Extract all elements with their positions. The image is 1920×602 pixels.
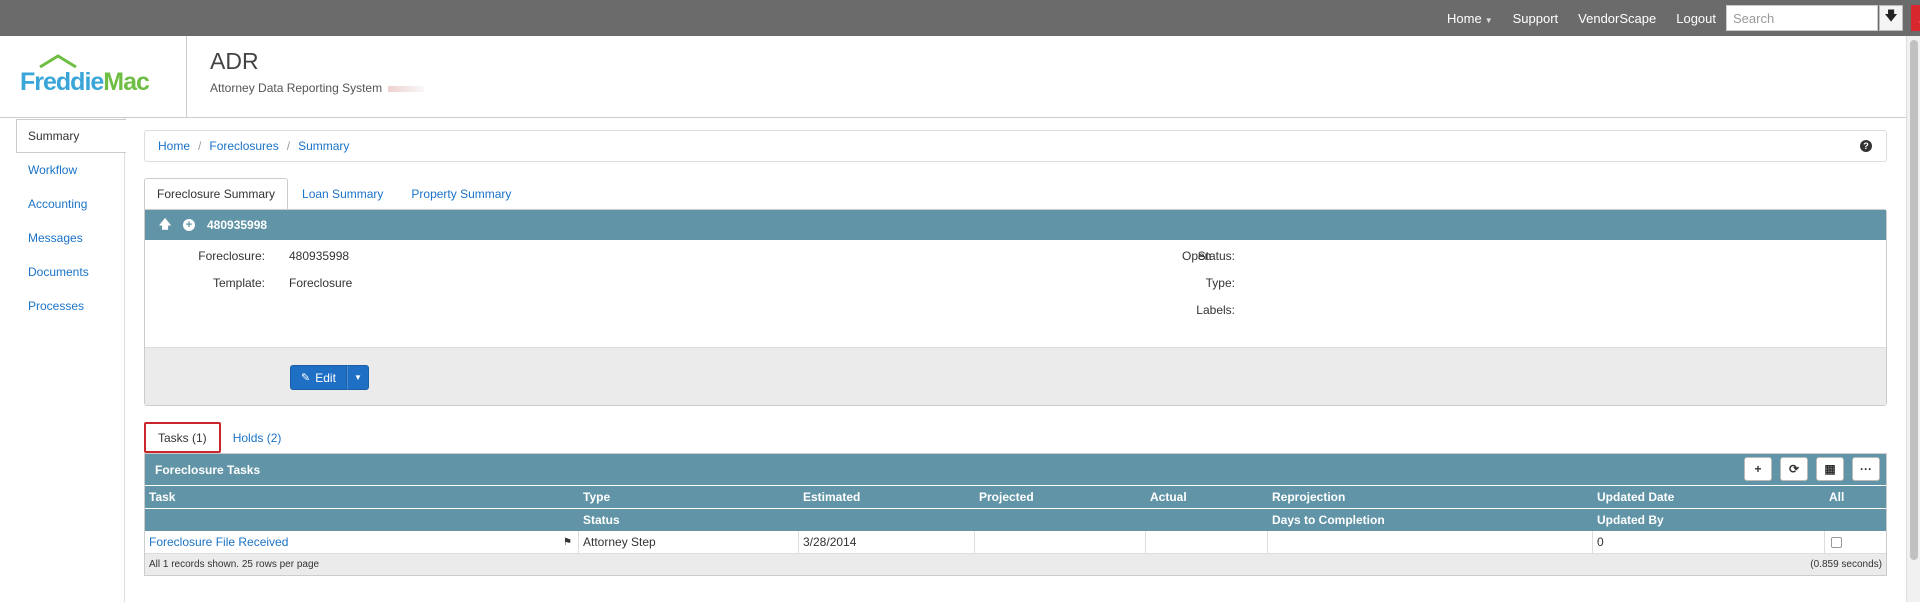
- col-task[interactable]: Task: [145, 486, 579, 508]
- breadcrumb-summary[interactable]: Summary: [298, 139, 349, 153]
- help-icon[interactable]: ?: [1860, 140, 1872, 152]
- grid-header-row-1: Task Type Estimated Projected Actual Rep…: [145, 485, 1886, 508]
- main-content: Home / Foreclosures / Summary ? Foreclos…: [144, 130, 1887, 576]
- arrow-up-icon[interactable]: 🡅: [159, 217, 171, 231]
- type-label: Type:: [1205, 276, 1235, 290]
- calendar-button[interactable]: ▦: [1816, 457, 1844, 481]
- tab-foreclosure-summary[interactable]: Foreclosure Summary: [144, 178, 289, 209]
- top-bar: Home▼ Support VendorScape Logout 🡇 2: [0, 0, 1920, 36]
- nav-home[interactable]: Home ▼: [1447, 11, 1493, 26]
- status-value: Open: [1182, 249, 1212, 263]
- breadcrumb-home[interactable]: Home: [158, 139, 190, 153]
- search-input[interactable]: [1726, 5, 1878, 31]
- scrollbar-thumb[interactable]: [1910, 40, 1918, 560]
- page-scrollbar[interactable]: [1906, 36, 1920, 602]
- col-projected[interactable]: Projected: [975, 486, 1146, 508]
- foreclosure-label: Foreclosure:: [198, 249, 265, 263]
- arrow-down-icon: 🡇: [1884, 8, 1898, 23]
- header-divider: [186, 36, 187, 118]
- task-updated: 0: [1593, 531, 1825, 553]
- plus-icon: +: [1754, 462, 1762, 476]
- more-button[interactable]: ···: [1852, 457, 1880, 481]
- col-all[interactable]: All: [1825, 486, 1886, 508]
- grid-footer: All 1 records shown. 25 rows per page (0…: [145, 554, 1886, 575]
- tasks-header: Foreclosure Tasks + ⟳ ▦ ···: [145, 454, 1886, 485]
- app-title: ADR: [210, 48, 259, 74]
- sidebar-item-summary[interactable]: Summary: [16, 119, 126, 153]
- panel-footer: ✎ Edit ▼: [145, 347, 1886, 405]
- plus-circle-icon[interactable]: +: [183, 219, 195, 231]
- app-header: FreddieMac ADR Attorney Data Reporting S…: [0, 36, 1906, 118]
- foreclosure-summary-panel: 🡅 + 480935998 Foreclosure: 480935998 Tem…: [144, 209, 1887, 406]
- tasks-title: Foreclosure Tasks: [155, 462, 261, 477]
- col-estimated[interactable]: Estimated: [799, 486, 975, 508]
- labels-label: Labels:: [1196, 303, 1235, 317]
- app-subtitle: Attorney Data Reporting System: [210, 81, 425, 95]
- download-button[interactable]: 🡇: [1879, 5, 1903, 31]
- edit-button[interactable]: ✎ Edit: [290, 365, 347, 390]
- task-actual: [1146, 531, 1268, 553]
- col-days-to-completion[interactable]: Days to Completion: [1268, 509, 1593, 531]
- task-estimated: 3/28/2014: [799, 531, 975, 553]
- col-status[interactable]: Status: [579, 509, 799, 531]
- breadcrumb: Home / Foreclosures / Summary ?: [144, 130, 1887, 162]
- chevron-down-icon: ▼: [1484, 15, 1493, 25]
- template-label: Template:: [212, 276, 265, 290]
- task-type: Attorney Step: [579, 531, 799, 553]
- sidebar-item-messages[interactable]: Messages: [0, 221, 124, 255]
- panel-header: 🡅 + 480935998: [145, 210, 1886, 240]
- edit-icon: ✎: [301, 372, 311, 384]
- add-task-button[interactable]: +: [1744, 457, 1772, 481]
- refresh-icon: ⟳: [1788, 462, 1800, 476]
- task-reprojection: [1268, 531, 1593, 553]
- col-updated-by[interactable]: Updated By: [1593, 509, 1825, 531]
- summary-fields: Foreclosure: 480935998 Template: Foreclo…: [145, 240, 1886, 347]
- refresh-button[interactable]: ⟳: [1780, 457, 1808, 481]
- sidebar-item-accounting[interactable]: Accounting: [0, 187, 124, 221]
- records-info: All 1 records shown. 25 rows per page: [149, 559, 320, 570]
- task-projected: [975, 531, 1146, 553]
- task-link[interactable]: Foreclosure File Received: [149, 535, 288, 549]
- tasks-panel: Foreclosure Tasks + ⟳ ▦ ··· Task Type Es…: [144, 453, 1887, 576]
- flag-icon[interactable]: ⚑: [563, 537, 572, 548]
- sidebar-item-processes[interactable]: Processes: [0, 289, 124, 323]
- house-roof-icon: [39, 54, 77, 68]
- foreclosure-link[interactable]: 480935998: [289, 249, 349, 263]
- ellipsis-icon: ···: [1860, 462, 1872, 476]
- summary-tabs: Foreclosure Summary Loan Summary Propert…: [144, 178, 1887, 209]
- top-nav: Home▼ Support VendorScape Logout 🡇 2: [1447, 0, 1920, 36]
- tab-holds[interactable]: Holds (2): [221, 422, 294, 453]
- nav-vendorscape[interactable]: VendorScape: [1578, 11, 1656, 26]
- tab-loan-summary[interactable]: Loan Summary: [288, 178, 397, 209]
- nav-logout[interactable]: Logout: [1676, 11, 1716, 26]
- table-row: Foreclosure File Received ⚑ Attorney Step…: [145, 531, 1886, 554]
- notification-badge[interactable]: 2: [1911, 5, 1920, 31]
- faded-text: [388, 85, 425, 92]
- nav-support[interactable]: Support: [1513, 11, 1559, 26]
- template-value: Foreclosure: [289, 276, 353, 290]
- sidebar-item-documents[interactable]: Documents: [0, 255, 124, 289]
- calendar-icon: ▦: [1824, 462, 1836, 476]
- tab-property-summary[interactable]: Property Summary: [397, 178, 525, 209]
- col-updated-date[interactable]: Updated Date: [1593, 486, 1825, 508]
- grid-header-row-2: Status Days to Completion Updated By: [145, 508, 1886, 531]
- col-actual[interactable]: Actual: [1146, 486, 1268, 508]
- query-time: (0.859 seconds): [1810, 559, 1882, 570]
- tasks-toolbar: + ⟳ ▦ ···: [1744, 457, 1880, 481]
- edit-button-group: ✎ Edit ▼: [290, 365, 369, 390]
- tab-tasks[interactable]: Tasks (1): [144, 422, 221, 453]
- sidebar: Summary Workflow Accounting Messages Doc…: [0, 118, 126, 602]
- col-reprojection[interactable]: Reprojection: [1268, 486, 1593, 508]
- edit-dropdown-button[interactable]: ▼: [346, 365, 369, 390]
- caret-down-icon: ▼: [353, 373, 362, 382]
- row-checkbox[interactable]: [1831, 536, 1842, 548]
- foreclosure-id: 480935998: [207, 218, 268, 232]
- col-type[interactable]: Type: [579, 486, 799, 508]
- breadcrumb-foreclosures[interactable]: Foreclosures: [209, 139, 278, 153]
- sidebar-item-workflow[interactable]: Workflow: [0, 153, 124, 187]
- task-tabs: Tasks (1) Holds (2): [144, 422, 1887, 453]
- freddie-mac-logo[interactable]: FreddieMac: [20, 54, 155, 98]
